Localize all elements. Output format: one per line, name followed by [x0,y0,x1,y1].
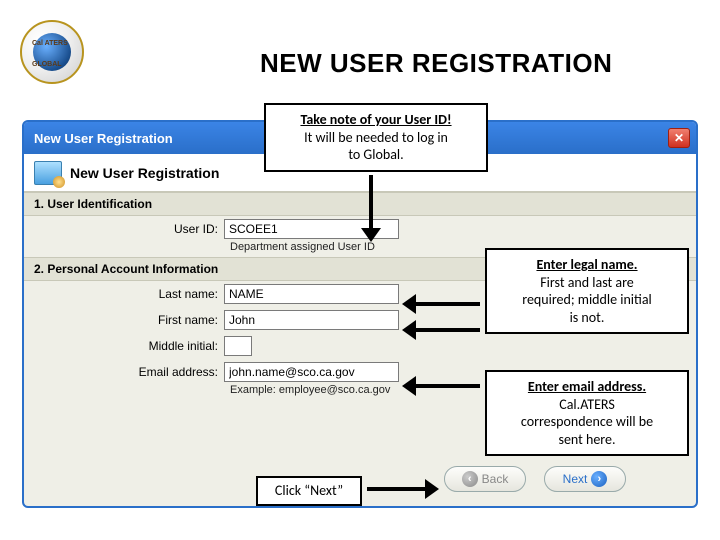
callout-legal-line4: is not. [497,309,677,327]
arrow-left-icon: ‹ [462,471,478,487]
callout-legal-line1: Enter legal name. [497,256,677,274]
arrow-right-head-icon [425,479,439,499]
input-email[interactable] [224,362,399,382]
callout-email: Enter email address. Cal.ATERS correspon… [485,370,689,456]
logo-text-top: Cal ATERS [32,40,68,47]
field-row-middle: Middle initial: [24,333,696,359]
callout-next-text: Click “Next” [275,482,343,499]
user-card-icon [34,161,62,185]
input-middle[interactable] [224,336,252,356]
callout-email-line3: correspondence will be [497,413,677,431]
arrow-left3-line [414,384,480,388]
input-lastname[interactable] [224,284,399,304]
arrow-right-icon: › [591,471,607,487]
arrow-down-line [369,175,373,230]
callout-userid-line1: Take note of your User ID! [276,111,476,129]
field-row-userid: User ID: [24,216,696,242]
input-firstname[interactable] [224,310,399,330]
arrow-left3-icon [402,376,416,396]
callout-click-next: Click “Next” [256,476,362,506]
callout-legal-line2: First and last are [497,274,677,292]
page-title: NEW USER REGISTRATION [260,48,612,79]
label-userid: User ID: [24,222,224,236]
callout-userid-line3: to Global. [276,146,476,164]
callout-email-line2: Cal.ATERS [497,396,677,414]
callout-legal-name: Enter legal name. First and last are req… [485,248,689,334]
arrow-left1-line [414,302,480,306]
callout-email-line1: Enter email address. [497,378,677,396]
next-button[interactable]: Next › [544,466,626,492]
arrow-left1-icon [402,294,416,314]
back-label: Back [482,472,509,486]
section-identification-header: 1. User Identification [24,192,696,216]
label-email: Email address: [24,365,224,379]
back-button[interactable]: ‹ Back [444,466,526,492]
arrow-down-icon [361,228,381,242]
dialog-subheader-title: New User Registration [70,165,219,181]
arrow-right-line [367,487,427,491]
callout-legal-line3: required; middle initial [497,291,677,309]
calaters-logo: Cal ATERS GLOBAL [20,20,84,84]
label-middle: Middle initial: [24,339,224,353]
arrow-left2-icon [402,320,416,340]
dialog-title: New User Registration [34,131,173,146]
arrow-left2-line [414,328,480,332]
next-label: Next [563,472,588,486]
label-lastname: Last name: [24,287,224,301]
label-firstname: First name: [24,313,224,327]
close-icon: ✕ [674,131,684,145]
callout-userid: Take note of your User ID! It will be ne… [264,103,488,172]
close-button[interactable]: ✕ [668,128,690,148]
callout-email-line4: sent here. [497,431,677,449]
callout-userid-line2: It will be needed to log in [276,129,476,147]
logo-text-bottom: GLOBAL [32,61,62,68]
